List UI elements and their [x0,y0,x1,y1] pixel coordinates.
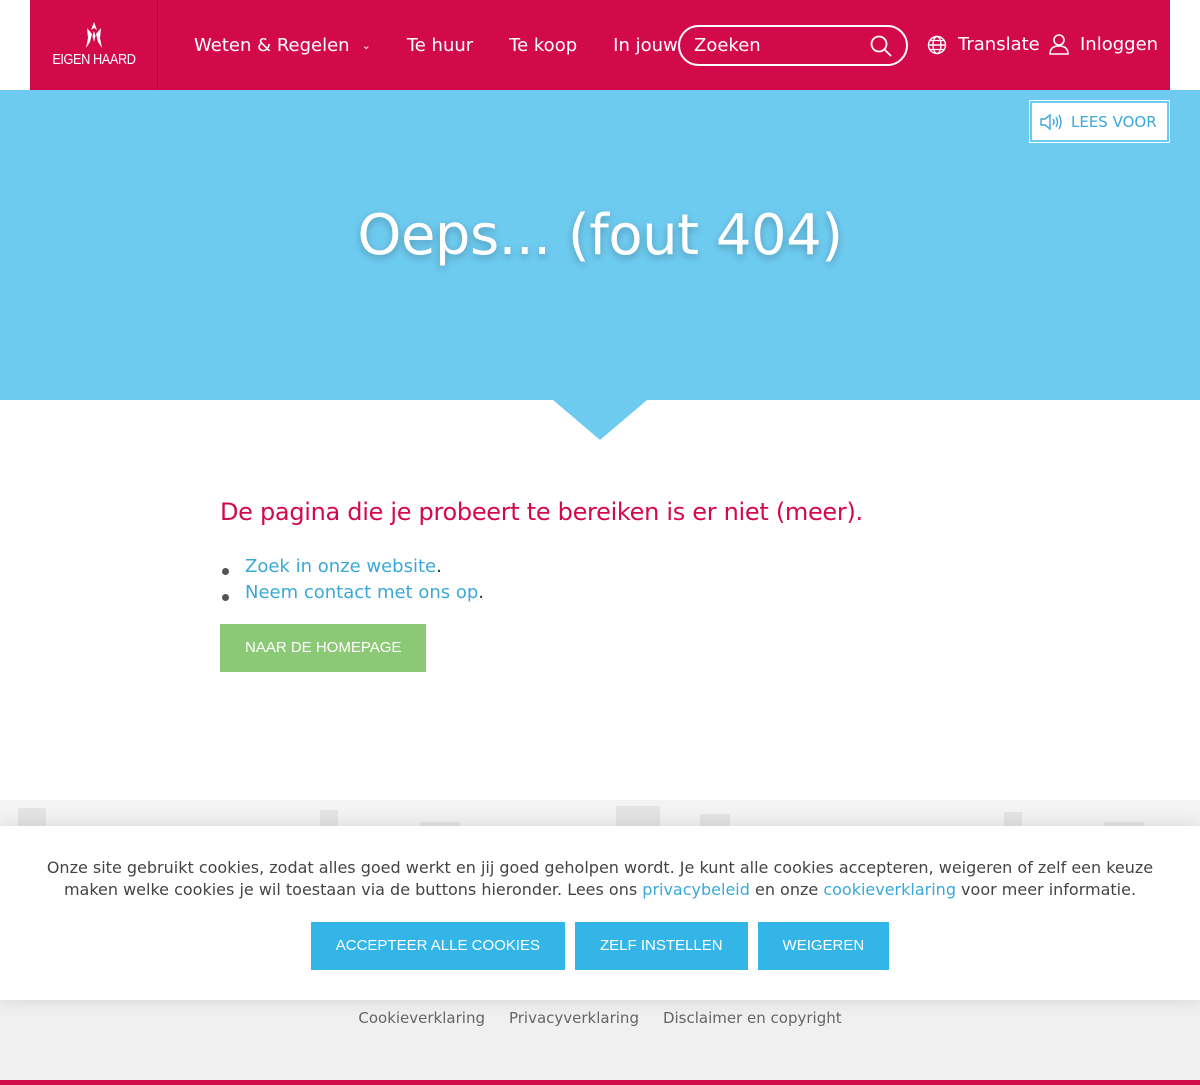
nav-label: Te koop [509,34,578,56]
nav-te-koop[interactable]: Te koop [509,35,577,56]
list-item: Zoek in onze website. [220,554,980,580]
help-links: Zoek in onze website. Neem contact met o… [220,554,980,606]
search-box [678,25,908,66]
login-button[interactable]: Inloggen [1048,33,1158,55]
eigen-haard-logo[interactable]: EIGEN HAARD [30,0,158,90]
lees-voor-button[interactable]: LEES VOOR [1029,100,1170,143]
search-input[interactable] [694,35,870,56]
page-title: Oeps... (fout 404) [357,203,843,268]
nav-label: Weten & Regelen [194,34,350,56]
refuse-cookies-button[interactable]: WEIGEREN [757,922,890,970]
cookie-text: Onze site gebruikt cookies, zodat alles … [35,857,1165,901]
nav-te-huur[interactable]: Te huur [407,35,473,56]
nav-weten-regelen[interactable]: Weten & Regelen ⌄ [194,35,371,56]
main-content: De pagina die je probeert te bereiken is… [220,498,980,672]
cookie-banner: Onze site gebruikt cookies, zodat alles … [0,826,1200,1000]
login-label: Inloggen [1080,33,1159,55]
nav-label: Te huur [406,34,474,56]
error-heading: De pagina die je probeert te bereiken is… [220,498,863,526]
globe-icon [927,35,947,54]
speaker-icon [1040,113,1062,130]
translate-button[interactable]: Translate [927,34,1040,55]
accept-all-cookies-button[interactable]: ACCEPTEER ALLE COOKIES [310,922,565,970]
footer-link-disclaimer[interactable]: Disclaimer en copyright [663,1009,842,1027]
footer-links: Cookieverklaring Privacyverklaring Discl… [0,1009,1200,1027]
link-suffix: . [478,582,485,603]
logo-icon [85,22,102,48]
cookie-settings-button[interactable]: ZELF INSTELLEN [575,922,748,970]
cookie-text-part: en onze [749,880,824,899]
translate-label: Translate [958,34,1040,55]
search-icon[interactable] [870,35,892,57]
site-header: EIGEN HAARD Weten & Regelen ⌄ Te huur Te… [30,0,1170,90]
homepage-button[interactable]: NAAR DE HOMEPAGE [220,624,427,672]
privacy-policy-link[interactable]: privacybeleid [642,880,750,899]
main-nav: Weten & Regelen ⌄ Te huur Te koop In jou… [194,35,705,56]
cookie-text-part: voor meer informatie. [955,880,1137,899]
hero-pointer [553,400,647,440]
cookie-statement-link[interactable]: cookieverklaring [823,880,956,899]
list-item: Neem contact met ons op. [220,580,980,606]
hero-banner: LEES VOOR Oeps... (fout 404) [0,90,1200,400]
link-suffix: . [436,556,442,577]
footer-link-cookieverklaring[interactable]: Cookieverklaring [358,1009,485,1027]
chevron-down-icon: ⌄ [361,38,371,52]
search-website-link[interactable]: Zoek in onze website [245,556,436,577]
logo-text: EIGEN HAARD [51,51,136,68]
contact-link[interactable]: Neem contact met ons op [245,582,478,603]
bottom-bar [0,1080,1200,1085]
lees-voor-label: LEES VOOR [1071,112,1157,131]
user-icon [1049,34,1069,55]
footer-link-privacyverklaring[interactable]: Privacyverklaring [509,1009,639,1027]
cookie-buttons: ACCEPTEER ALLE COOKIES ZELF INSTELLEN WE… [0,922,1200,970]
